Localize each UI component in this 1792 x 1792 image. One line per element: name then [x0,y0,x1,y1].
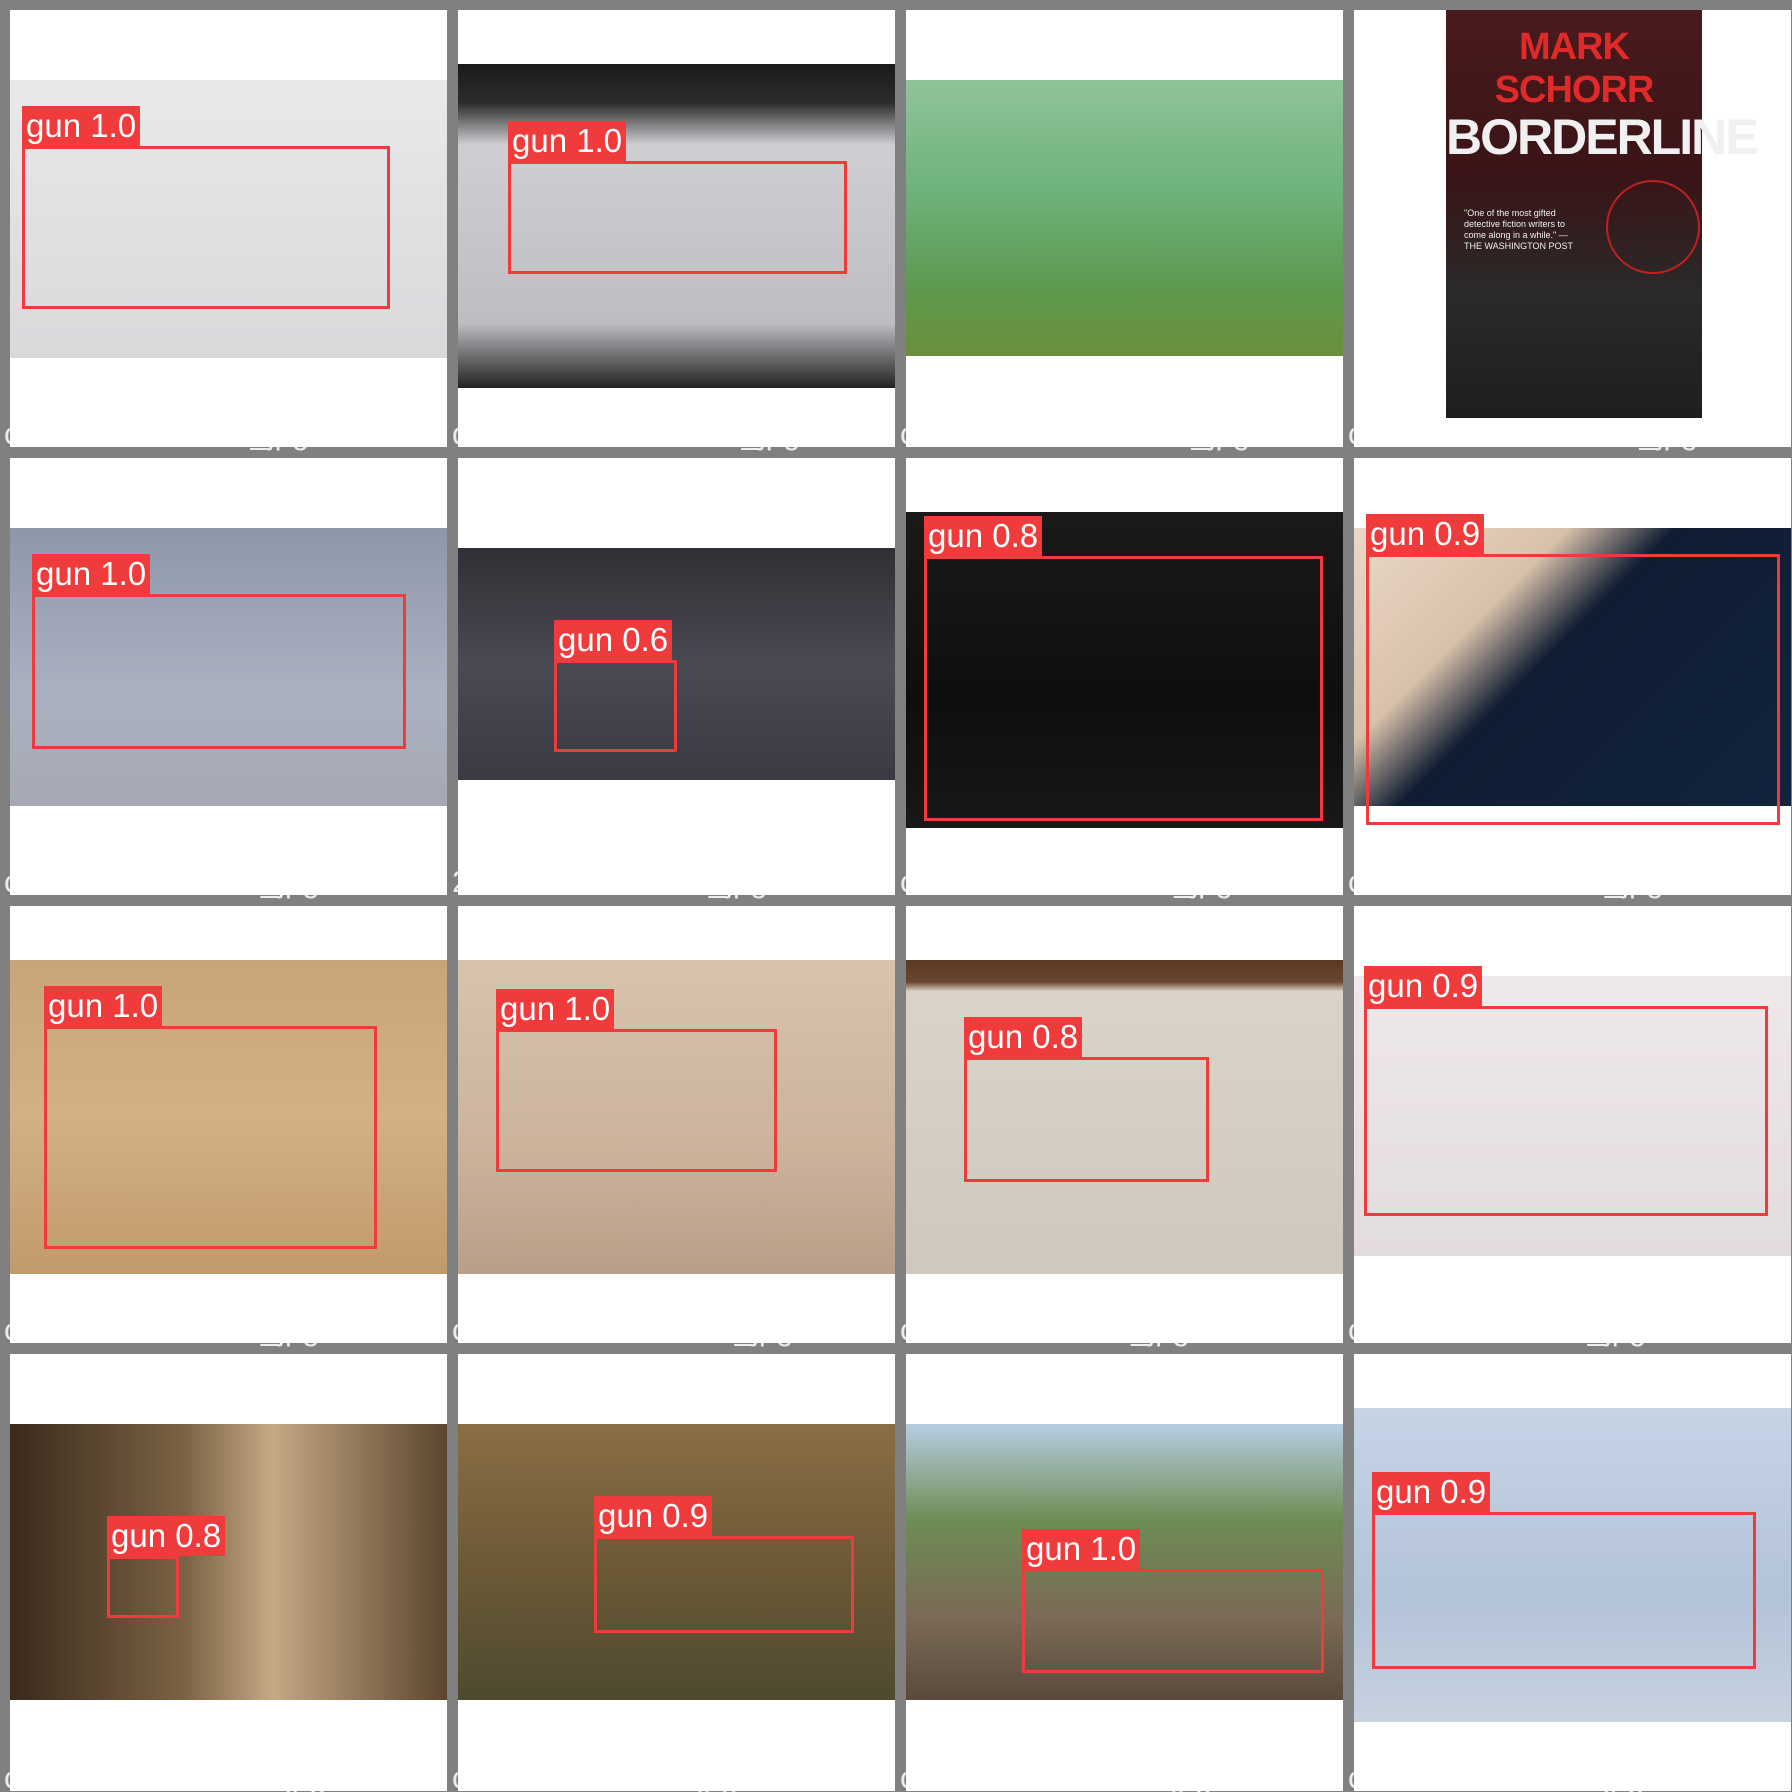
detection-box [22,146,390,309]
book-author: MARK SCHORR [1494,26,1655,111]
detection-label: gun 0.9 [1372,1472,1491,1512]
filename-label: d29a9badebcc59e61_jpg.rf.0c [452,416,870,451]
detection-label: gun 1.0 [32,554,151,594]
detection-box [554,660,677,752]
image-tile: gun 1.0 [458,906,895,1343]
detection-label: gun 1.0 [508,121,627,161]
detection-box [107,1556,179,1618]
image-tile: gun 0.9 [1354,458,1791,895]
detection-box [964,1057,1209,1182]
detection-label: gun 0.9 [1366,514,1485,554]
filename-label: c1b20081a40b8a4_jpg.rf.24 [1348,864,1735,899]
detection-box [1372,1512,1756,1669]
detection-box [1366,554,1780,825]
image-tile: gun 0.8 [906,458,1343,895]
crosshair-icon [1606,180,1700,274]
filename-label: c7e3a7d4c7a6dec_jpg.rf.3fe [900,1760,1292,1792]
detection-grid: gun 1.0 c2fa42287fbcb21f_jpg.rf.312 gun 1.… [0,0,1792,1792]
filename-label: 2e7da52026bc259_jpg.rf.6eb [452,864,856,899]
detection-label: gun 0.9 [1364,966,1483,1006]
filename-label: c2f960886f322b02_jpg.rf.5da [4,864,408,899]
book-title: BORDERLINE [1446,109,1759,165]
image-tile: gun 0.8 [10,1354,447,1791]
image-tile: gun 1.0 [10,458,447,895]
filename-label: c087970cfe44ec_jpg.rf.d0 [452,1760,809,1792]
detection-box [32,594,406,749]
detection-box [594,1536,854,1633]
detection-label: gun 1.0 [496,989,615,1029]
image-tile [906,10,1343,447]
filename-label: c2fa42287fbcb21f_jpg.rf.312 [4,416,397,451]
detection-box [1364,1006,1768,1216]
image-tile: gun 0.8 [906,906,1343,1343]
book-tagline: "One of the most gifted detective fictio… [1464,208,1574,251]
detection-label: gun 1.0 [1022,1529,1141,1569]
image-tile: gun 1.0 [10,906,447,1343]
image-tile: MARK SCHORR BORDERLINE "One of the most gi… [1354,10,1791,447]
image-tile: gun 0.9 [1354,1354,1791,1791]
detection-box [508,161,847,274]
detection-label: gun 0.6 [554,620,673,660]
image-tile: gun 1.0 [906,1354,1343,1791]
detection-label: gun 0.8 [924,516,1043,556]
image-tile: gun 1.0 [458,10,895,447]
detection-label: gun 1.0 [22,106,141,146]
detection-label: gun 1.0 [44,986,163,1026]
filename-label: c436b855628372541_jpg.rf.4f [900,416,1312,451]
filename-label: c45e338d37c405_jpg.rf.b1 [1348,1760,1716,1792]
detection-box [44,1026,377,1249]
filename-label: c7fb2e9a3d408a_jpg.rf.3f7 [900,1312,1269,1347]
photo [906,80,1343,356]
filename-label: c2a0f81064f0b92a_jpg.rf.3f2 [4,1312,399,1347]
book-cover: MARK SCHORR BORDERLINE "One of the most gi… [1446,10,1759,418]
detection-box [496,1029,777,1172]
detection-box [1022,1569,1324,1673]
image-tile: gun 0.6 [458,458,895,895]
photo [10,1424,447,1700]
detection-label: gun 0.9 [594,1496,713,1536]
filename-label: c46e7ab5d04563_jpg.rf.80 [1348,1312,1717,1347]
detection-label: gun 0.8 [964,1017,1083,1057]
image-tile: gun 0.9 [1354,906,1791,1343]
image-tile: gun 1.0 [10,10,447,447]
filename-label: c83b9b6fe6792a1e4_jpg.rf.9d [452,1312,864,1347]
image-tile: gun 0.9 [458,1354,895,1791]
detection-label: gun 0.8 [107,1516,226,1556]
filename-label: c4a5578295d7070e8_jpg.rf.75 [1348,416,1769,451]
detection-box [924,556,1323,821]
filename-label: c299b57cf101327d_jpg.rf.3c [4,1760,396,1792]
filename-label: c00a297520e442d2_jpg.rf.676 [900,864,1321,899]
